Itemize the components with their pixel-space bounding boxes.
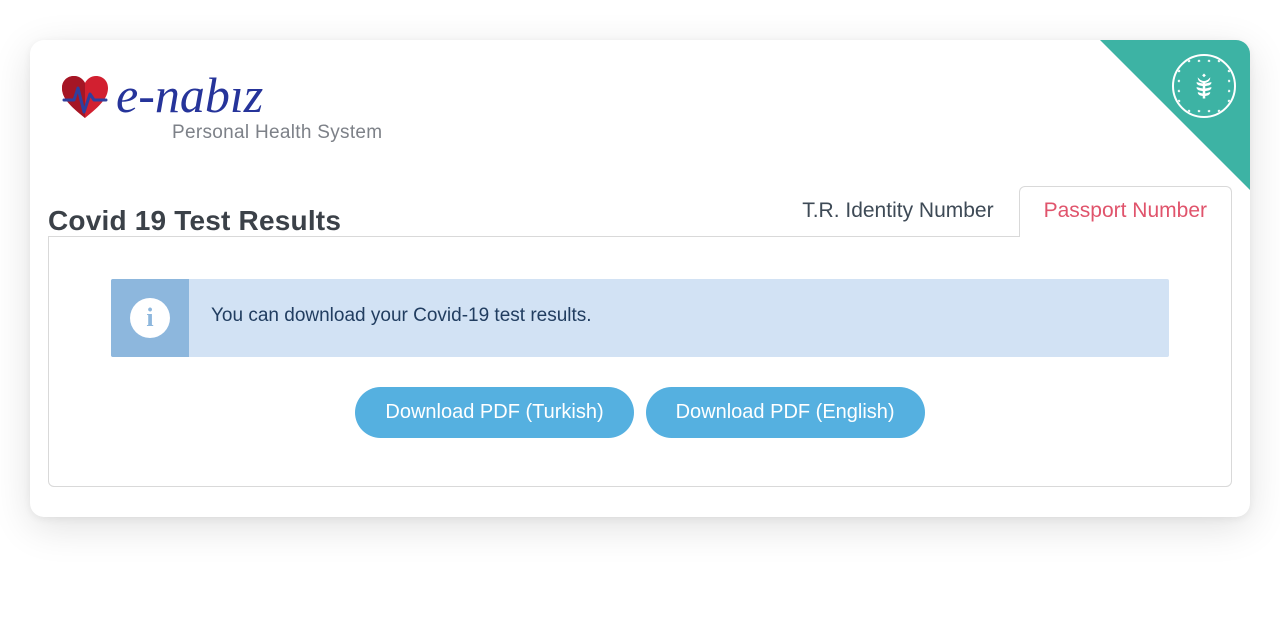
caduceus-icon	[1189, 71, 1219, 101]
heart-logo-icon	[60, 74, 110, 122]
content-panel: i You can download your Covid-19 test re…	[48, 236, 1232, 487]
info-icon: i	[130, 298, 170, 338]
button-row: Download PDF (Turkish) Download PDF (Eng…	[111, 387, 1169, 438]
brand-text-icon: e-nabız	[116, 70, 356, 126]
tabs: T.R. Identity Number Passport Number	[777, 186, 1232, 237]
info-message: You can download your Covid-19 test resu…	[189, 279, 1169, 357]
brand-area: e-nabız Personal Health System	[30, 40, 1250, 184]
tab-passport-number[interactable]: Passport Number	[1019, 186, 1232, 237]
info-bar: i You can download your Covid-19 test re…	[111, 279, 1169, 357]
corner-triangle	[1100, 40, 1250, 190]
info-icon-box: i	[111, 279, 189, 357]
main-card: e-nabız Personal Health System Covid 19 …	[30, 40, 1250, 517]
download-pdf-turkish-button[interactable]: Download PDF (Turkish)	[355, 387, 633, 438]
svg-text:e-nabız: e-nabız	[116, 70, 263, 123]
download-pdf-english-button[interactable]: Download PDF (English)	[646, 387, 925, 438]
page-title: Covid 19 Test Results	[48, 205, 341, 237]
ministry-emblem	[1172, 54, 1236, 118]
brand-tagline: Personal Health System	[172, 122, 1220, 144]
tab-identity-number[interactable]: T.R. Identity Number	[777, 186, 1018, 237]
title-row: Covid 19 Test Results T.R. Identity Numb…	[30, 186, 1250, 237]
